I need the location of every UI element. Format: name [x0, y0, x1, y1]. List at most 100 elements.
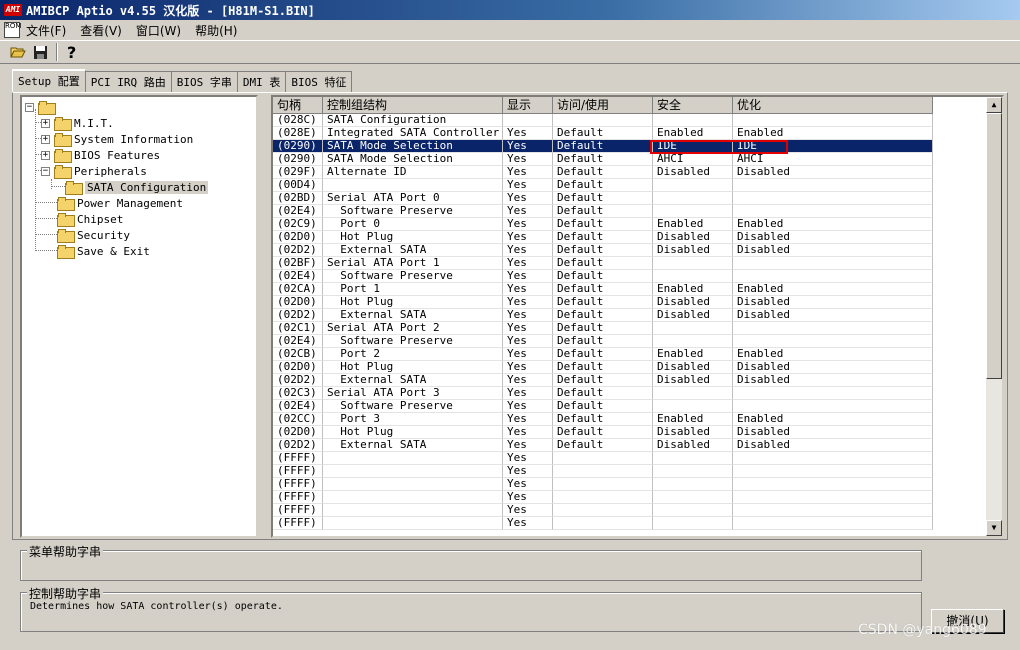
tab-bios-strings[interactable]: BIOS 字串 [170, 71, 238, 92]
cell-show: Yes [503, 439, 553, 452]
collapse-icon[interactable]: − [41, 166, 50, 176]
table-row[interactable]: (02BF) Serial ATA Port 1 Yes Default [273, 257, 933, 270]
grid-vertical-scrollbar[interactable]: ▲ ▼ [986, 97, 1002, 536]
tree-item-label: SATA Configuration [85, 180, 209, 194]
cell-failsafe: Disabled [653, 426, 733, 439]
tree-connector [51, 186, 65, 187]
menu-view[interactable]: 查看(V) [80, 22, 122, 39]
tree-item-power-management[interactable]: Power Management [57, 195, 183, 211]
tab-pci-irq[interactable]: PCI IRQ 路由 [84, 71, 172, 92]
table-row[interactable]: (FFFF) Yes [273, 491, 933, 504]
cell-failsafe [653, 400, 733, 413]
table-row[interactable]: (02D2) External SATA Yes Default Disabled Di… [273, 309, 933, 322]
table-row[interactable]: (FFFF) Yes [273, 517, 933, 530]
cell-access: Default [553, 400, 653, 413]
scroll-up-icon[interactable]: ▲ [986, 97, 1002, 113]
tree-item-root[interactable]: − [25, 99, 58, 115]
table-row[interactable]: (FFFF) Yes [273, 478, 933, 491]
column-header-show[interactable]: 显示 [503, 97, 553, 114]
cell-access: Default [553, 413, 653, 426]
table-row[interactable]: (02C1) Serial ATA Port 2 Yes Default [273, 322, 933, 335]
tree-item-label: Chipset [77, 212, 124, 226]
table-row[interactable]: (02D0) Hot Plug Yes Default Disabled Disable… [273, 361, 933, 374]
rom-app-icon[interactable]: ROM [4, 22, 21, 38]
table-row[interactable]: (029F) Alternate ID Yes Default Disabled Disa… [273, 166, 933, 179]
column-header-access[interactable]: 访问/使用 [553, 97, 653, 114]
svg-text:?: ? [67, 44, 76, 60]
scroll-down-icon[interactable]: ▼ [986, 520, 1002, 536]
tree-item-peripherals[interactable]: − Peripherals [41, 163, 147, 179]
setup-tree[interactable]: − + M.I.T. + System Information + BIOS F… [20, 95, 258, 538]
tree-item-mit[interactable]: + M.I.T. [41, 115, 114, 131]
cell-optimal [733, 179, 933, 192]
folder-icon [57, 245, 75, 259]
table-row[interactable]: (02BD) Serial ATA Port 0 Yes Default [273, 192, 933, 205]
cell-show: Yes [503, 179, 553, 192]
table-row[interactable]: (02E4) Software Preserve Yes Default [273, 400, 933, 413]
cell-failsafe [653, 257, 733, 270]
cell-handle: (02C9) [273, 218, 323, 231]
menu-window[interactable]: 窗口(W) [136, 22, 181, 39]
tree-item-save-exit[interactable]: Save & Exit [57, 243, 150, 259]
cell-access: Default [553, 179, 653, 192]
table-row[interactable]: (02C9) Port 0 Yes Default Enabled Enabled [273, 218, 933, 231]
control-help-text: Determines how SATA controller(s) operat… [30, 601, 283, 612]
menu-help[interactable]: 帮助(H) [195, 22, 237, 39]
table-row[interactable]: (0290) SATA Mode Selection Yes Default AHCI A… [273, 153, 933, 166]
table-row[interactable]: (02E4) Software Preserve Yes Default [273, 205, 933, 218]
amibcp-logo-icon: AMI [4, 4, 22, 16]
tree-item-sata-configuration[interactable]: SATA Configuration [65, 179, 209, 195]
grid-body: (028C) SATA Configuration (028E) Integrated… [273, 114, 933, 530]
table-row[interactable]: (02D2) External SATA Yes Default Disabled Di… [273, 374, 933, 387]
cell-access: Default [553, 374, 653, 387]
table-row[interactable]: (02E4) Software Preserve Yes Default [273, 270, 933, 283]
cell-control: Port 3 [323, 413, 503, 426]
table-row[interactable]: (02D2) External SATA Yes Default Disabled Di… [273, 439, 933, 452]
cell-access [553, 114, 653, 127]
expand-icon[interactable]: + [41, 150, 50, 160]
tree-connector [51, 179, 52, 189]
column-header-control[interactable]: 控制组结构 [323, 97, 503, 114]
tab-bios-features[interactable]: BIOS 特征 [285, 71, 353, 92]
cell-failsafe: Disabled [653, 231, 733, 244]
open-folder-icon[interactable] [8, 42, 28, 62]
table-row[interactable]: (02D0) Hot Plug Yes Default Disabled Disable… [273, 296, 933, 309]
expand-icon[interactable]: + [41, 134, 50, 144]
cell-optimal [733, 465, 933, 478]
table-row[interactable]: (028C) SATA Configuration [273, 114, 933, 127]
menu-file[interactable]: 文件(F) [26, 22, 66, 39]
table-row[interactable]: (02CB) Port 2 Yes Default Enabled Enabled [273, 348, 933, 361]
tab-dmi[interactable]: DMI 表 [236, 71, 287, 92]
scroll-thumb[interactable] [986, 113, 1002, 379]
column-header-failsafe[interactable]: 安全 [653, 97, 733, 114]
tree-item-bios-features[interactable]: + BIOS Features [41, 147, 160, 163]
tab-setup[interactable]: Setup 配置 [12, 69, 86, 93]
table-row[interactable]: (02E4) Software Preserve Yes Default [273, 335, 933, 348]
table-row[interactable]: (02D0) Hot Plug Yes Default Disabled Disable… [273, 231, 933, 244]
table-row[interactable]: (FFFF) Yes [273, 452, 933, 465]
table-row[interactable]: (02CC) Port 3 Yes Default Enabled Enabled [273, 413, 933, 426]
column-header-optimal[interactable]: 优化 [733, 97, 933, 114]
save-icon[interactable] [30, 42, 50, 62]
tree-item-chipset[interactable]: Chipset [57, 211, 123, 227]
cell-control: Software Preserve [323, 205, 503, 218]
collapse-icon[interactable]: − [25, 102, 34, 112]
expand-icon[interactable]: + [41, 118, 50, 128]
watermark: CSDN @yang6089 [858, 622, 987, 638]
table-row[interactable]: (FFFF) Yes [273, 504, 933, 517]
table-row[interactable]: (028E) Integrated SATA Controller Yes Defau… [273, 127, 933, 140]
tree-item-security[interactable]: Security [57, 227, 130, 243]
tree-item-system-information[interactable]: + System Information [41, 131, 193, 147]
table-row[interactable]: (02D2) External SATA Yes Default Disabled Di… [273, 244, 933, 257]
cell-failsafe [653, 387, 733, 400]
table-row[interactable]: (FFFF) Yes [273, 465, 933, 478]
table-row[interactable]: (02C3) Serial ATA Port 3 Yes Default [273, 387, 933, 400]
column-header-handle[interactable]: 句柄 [273, 97, 323, 114]
table-row[interactable]: (00D4) Yes Default [273, 179, 933, 192]
help-icon[interactable]: ? [62, 42, 82, 62]
control-grid[interactable]: 句柄 控制组结构 显示 访问/使用 安全 优化 (028C) SATA Confi… [271, 95, 1004, 538]
table-row[interactable]: (0290) SATA Mode Selection Yes Default IDE ID… [273, 140, 933, 153]
table-row[interactable]: (02CA) Port 1 Yes Default Enabled Enabled [273, 283, 933, 296]
table-row[interactable]: (02D0) Hot Plug Yes Default Disabled Disable… [273, 426, 933, 439]
cell-failsafe [653, 335, 733, 348]
